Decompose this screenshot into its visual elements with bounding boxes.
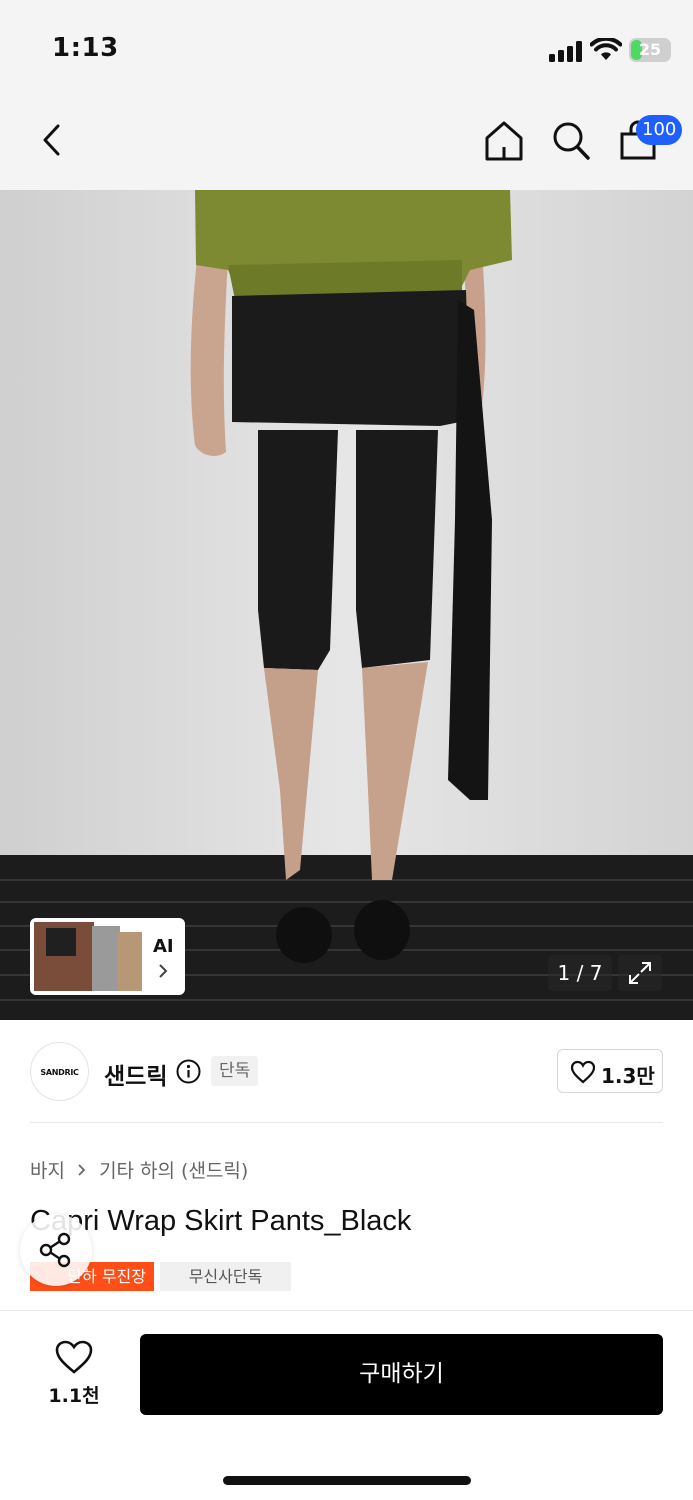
- home-icon[interactable]: [483, 120, 525, 162]
- wishlist-button[interactable]: 1.1천: [40, 1339, 108, 1409]
- battery-icon: 25: [629, 38, 671, 62]
- breadcrumb-subcategory[interactable]: 기타 하의 (샌드릭): [99, 1156, 248, 1183]
- bottom-action-bar: 1.1천 구매하기: [0, 1310, 693, 1500]
- status-time: 1:13: [52, 33, 119, 63]
- buy-button[interactable]: 구매하기: [140, 1334, 663, 1415]
- expand-button[interactable]: [618, 955, 662, 991]
- brand-like-count: 1.3만: [601, 1064, 655, 1088]
- cart-count-badge: 100: [636, 115, 683, 145]
- top-nav: [0, 100, 693, 190]
- info-icon[interactable]: [176, 1059, 201, 1084]
- back-icon[interactable]: [38, 120, 68, 160]
- ai-label: AI: [153, 936, 174, 957]
- breadcrumb-category[interactable]: 바지: [30, 1156, 65, 1183]
- expand-icon: [629, 962, 651, 984]
- ai-similar-card[interactable]: AI: [30, 918, 185, 995]
- product-image[interactable]: [0, 190, 693, 1020]
- image-counter: 1 / 7: [548, 955, 612, 991]
- brand-logo[interactable]: SANDRIC: [30, 1042, 89, 1101]
- heart-icon: [570, 1060, 596, 1084]
- brand-row: SANDRIC 샌드릭 단독 1.3만: [0, 1022, 693, 1122]
- share-button[interactable]: [20, 1214, 92, 1286]
- ai-thumbnail-image: [34, 922, 142, 991]
- search-icon[interactable]: [551, 120, 591, 162]
- cellular-signal-icon: [549, 40, 583, 62]
- breadcrumb: 바지 기타 하의 (샌드릭): [30, 1156, 248, 1183]
- battery-level: 25: [638, 40, 662, 59]
- exclusive-tag: 무신사단독: [160, 1262, 291, 1291]
- brand-name[interactable]: 샌드릭: [104, 1057, 167, 1091]
- status-bar: 1:13 25: [0, 0, 693, 100]
- exclusive-badge: 단독: [211, 1056, 259, 1086]
- product-photo: [0, 190, 693, 1020]
- brand-like-button[interactable]: 1.3만: [557, 1049, 663, 1093]
- share-icon: [39, 1232, 71, 1268]
- wishlist-count: 1.1천: [48, 1385, 100, 1407]
- chevron-right-icon: [159, 964, 168, 978]
- heart-icon: [55, 1340, 93, 1374]
- wifi-icon: [590, 38, 622, 60]
- chevron-right-icon: [78, 1163, 86, 1176]
- home-indicator: [223, 1476, 471, 1485]
- divider: [30, 1122, 663, 1123]
